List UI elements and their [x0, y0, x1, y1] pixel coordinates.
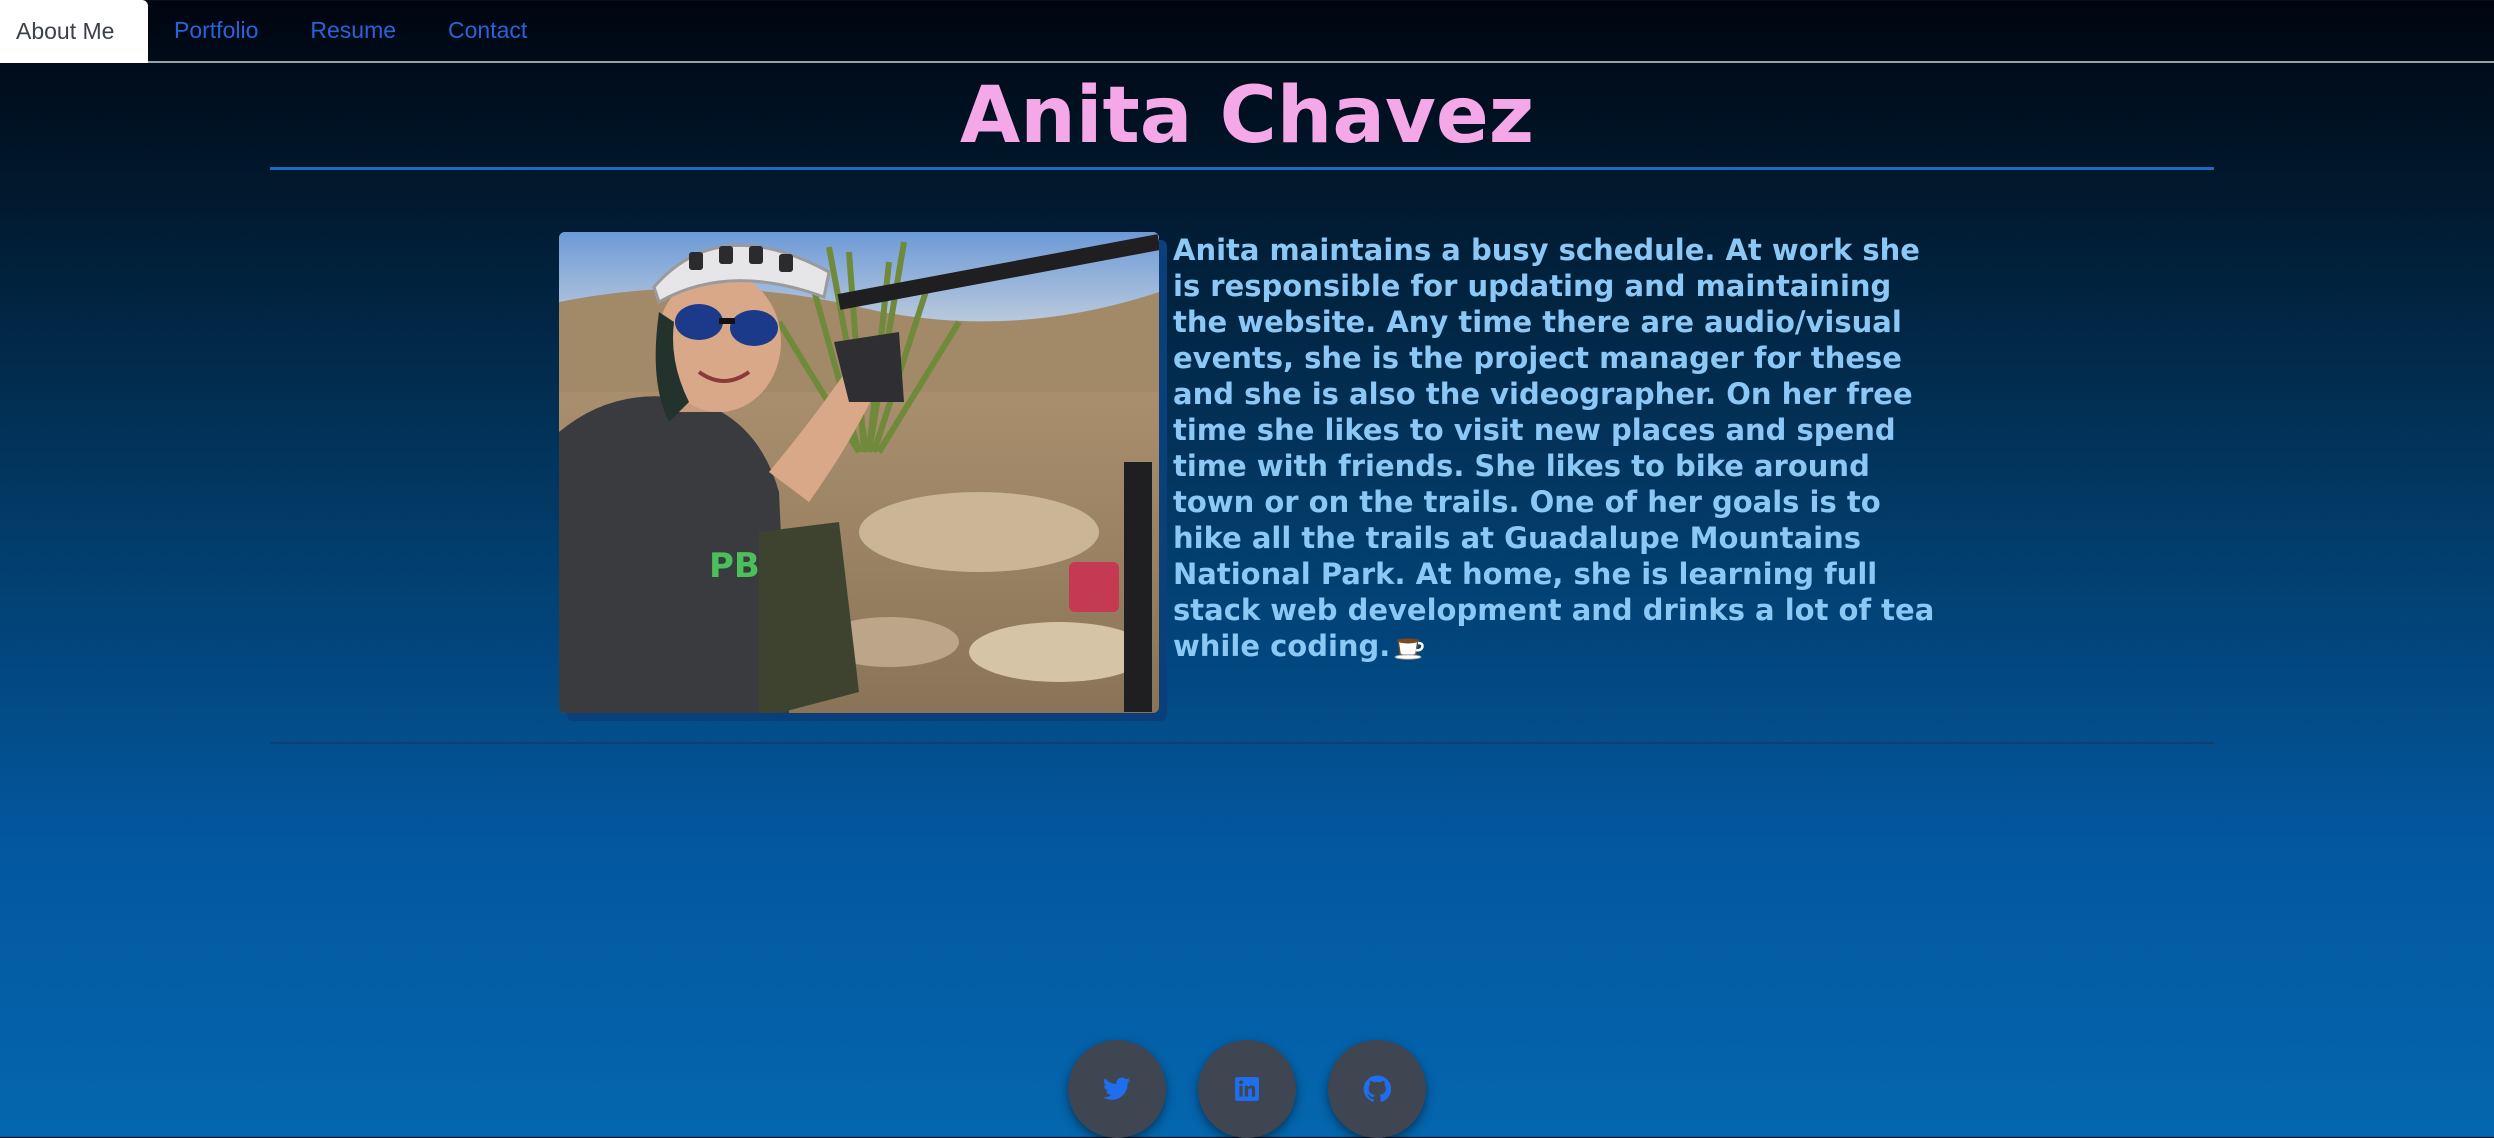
bio-paragraph: Anita maintains a busy schedule. At work… [1173, 233, 1935, 663]
svg-text:PB: PB [709, 546, 760, 586]
tab-portfolio[interactable]: Portfolio [148, 0, 284, 61]
top-nav: About Me Portfolio Resume Contact [0, 0, 2494, 63]
twitter-icon [1103, 1077, 1131, 1100]
content-divider [270, 742, 2214, 744]
tab-resume[interactable]: Resume [284, 0, 422, 61]
profile-photo: PB [559, 232, 1159, 713]
github-button[interactable] [1328, 1040, 1426, 1138]
bio-text: Anita maintains a busy schedule. At work… [1173, 232, 1943, 664]
linkedin-icon [1235, 1077, 1259, 1101]
linkedin-button[interactable] [1198, 1040, 1296, 1138]
social-links [0, 1040, 2494, 1138]
github-icon [1363, 1075, 1391, 1102]
title-divider [270, 167, 2214, 170]
page-title: Anita Chavez [959, 71, 1535, 161]
tea-cup-icon [1394, 632, 1426, 660]
tab-contact[interactable]: Contact [422, 0, 553, 61]
tab-about-me[interactable]: About Me [0, 0, 148, 63]
twitter-button[interactable] [1068, 1040, 1166, 1138]
